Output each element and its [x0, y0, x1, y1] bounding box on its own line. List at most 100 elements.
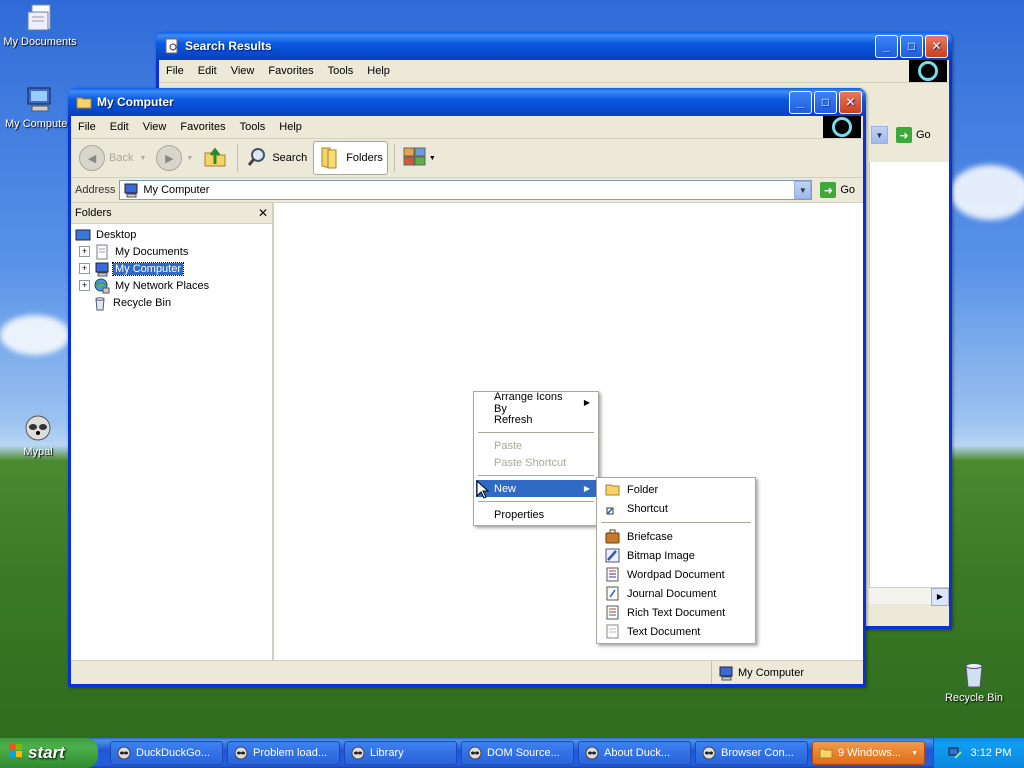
menu-item-new[interactable]: New ▶: [476, 480, 596, 497]
cloud: [950, 165, 1024, 220]
menu-item-properties[interactable]: Properties: [476, 506, 596, 523]
expand-icon[interactable]: +: [79, 263, 90, 274]
main-menubar: File Edit View Favorites Tools Help: [71, 116, 863, 139]
maximize-button[interactable]: □: [900, 34, 923, 58]
views-icon: [403, 147, 427, 170]
address-bar: Address My Computer ▼ ➜ Go: [71, 178, 863, 203]
expand-icon[interactable]: +: [79, 280, 90, 291]
go-button[interactable]: ➜ Go: [816, 182, 859, 198]
new-journal-document-item[interactable]: Journal Document: [599, 584, 753, 603]
taskbar-button[interactable]: About Duck...: [578, 741, 691, 765]
menu-view[interactable]: View: [224, 65, 262, 77]
menu-item-label: Properties: [494, 508, 545, 521]
tree-item-desktop[interactable]: Desktop: [75, 226, 272, 243]
new-wordpad-document-item[interactable]: Wordpad Document: [599, 565, 753, 584]
menu-view[interactable]: View: [136, 121, 174, 133]
minimize-button[interactable]: _: [789, 90, 812, 114]
start-button[interactable]: start: [0, 738, 98, 768]
menu-item-arrange-icons-by[interactable]: Arrange Icons By ▶: [476, 391, 596, 415]
taskbar-button[interactable]: DuckDuckGo...: [110, 741, 223, 765]
menu-tools[interactable]: Tools: [233, 121, 273, 133]
menu-favorites[interactable]: Favorites: [173, 121, 232, 133]
desktop-icon-mypal[interactable]: Mypal: [0, 412, 78, 458]
taskbar-button-label: Library: [370, 747, 404, 759]
menu-file[interactable]: File: [71, 121, 103, 133]
network-tray-icon[interactable]: [947, 744, 963, 763]
new-shortcut-item[interactable]: Shortcut: [599, 499, 753, 518]
tree-label: Recycle Bin: [113, 296, 172, 309]
menu-item-paste[interactable]: Paste: [476, 437, 596, 454]
go-button[interactable]: ➜ Go: [892, 127, 935, 143]
taskbar: start DuckDuckGo... Problem load... Libr…: [0, 738, 1024, 768]
up-folder-icon: [203, 145, 227, 172]
back-dropdown-icon: ▼: [139, 154, 147, 162]
menu-edit[interactable]: Edit: [191, 65, 224, 77]
status-text: My Computer: [738, 666, 805, 679]
menu-file[interactable]: File: [159, 65, 191, 77]
menu-help[interactable]: Help: [272, 121, 309, 133]
desktop-icon-my-documents[interactable]: My Documents: [0, 2, 80, 48]
computer-icon: [123, 182, 139, 198]
taskbar-button-windows-group[interactable]: 9 Windows... ▼: [812, 741, 925, 765]
submenu-item-label: Bitmap Image: [627, 549, 695, 562]
scroll-right-icon[interactable]: ▶: [931, 588, 949, 606]
folders-button[interactable]: Folders: [313, 141, 388, 175]
taskbar-button[interactable]: Problem load...: [227, 741, 340, 765]
clock[interactable]: 3:12 PM: [971, 747, 1012, 759]
new-folder-item[interactable]: Folder: [599, 480, 753, 499]
documents-icon: [94, 244, 110, 260]
menu-divider: [478, 432, 594, 433]
menu-favorites[interactable]: Favorites: [261, 65, 320, 77]
desktop-icon-recycle-bin[interactable]: Recycle Bin: [934, 658, 1014, 704]
up-folder-button[interactable]: [199, 142, 231, 174]
desktop-icon-my-computer[interactable]: My Computer: [0, 84, 78, 130]
maximize-button[interactable]: □: [814, 90, 837, 114]
forward-dropdown-icon: ▼: [186, 154, 194, 162]
menu-tools[interactable]: Tools: [321, 65, 361, 77]
search-button[interactable]: Search: [242, 142, 311, 174]
taskbar-button[interactable]: Browser Con...: [695, 741, 808, 765]
address-dropdown[interactable]: ▼: [794, 181, 812, 199]
folder-icon: [605, 482, 620, 497]
tree-item-my-network-places[interactable]: + My Network Places: [75, 277, 272, 294]
search-address-go: ▼ ➜ Go: [871, 126, 935, 144]
desktop-icon: [75, 227, 91, 243]
expand-icon[interactable]: +: [79, 246, 90, 257]
new-bitmap-image-item[interactable]: Bitmap Image: [599, 546, 753, 565]
tree-label: My Documents: [115, 245, 189, 258]
close-button[interactable]: ✕: [925, 34, 948, 58]
search-results-titlebar[interactable]: Search Results _ □ ✕: [156, 32, 952, 60]
close-button[interactable]: ✕: [839, 90, 862, 114]
address-dropdown[interactable]: ▼: [871, 126, 888, 144]
address-input[interactable]: My Computer ▼: [119, 180, 813, 200]
tree-item-recycle-bin[interactable]: Recycle Bin: [75, 294, 272, 311]
new-briefcase-item[interactable]: Briefcase: [599, 527, 753, 546]
taskbar-button[interactable]: Library: [344, 741, 457, 765]
tree-item-my-documents[interactable]: + My Documents: [75, 243, 272, 260]
standard-toolbar: ◀ Back ▼ ▶ ▼ Search Folders ▼: [71, 139, 863, 178]
tree-item-my-computer[interactable]: + My Computer: [75, 260, 272, 277]
address-label: Address: [75, 184, 116, 196]
shortcut-icon: [605, 501, 620, 516]
minimize-button[interactable]: _: [875, 34, 898, 58]
views-button[interactable]: ▼: [399, 142, 440, 174]
recycle-bin-icon: [958, 658, 990, 690]
forward-button[interactable]: ▶ ▼: [152, 142, 197, 174]
submenu-item-label: Rich Text Document: [627, 606, 726, 619]
my-computer-titlebar[interactable]: My Computer _ □ ✕: [68, 88, 866, 116]
forward-arrow-icon: ▶: [156, 145, 183, 171]
close-pane-icon[interactable]: ✕: [258, 206, 268, 220]
new-rich-text-document-item[interactable]: Rich Text Document: [599, 603, 753, 622]
menu-edit[interactable]: Edit: [103, 121, 136, 133]
new-text-document-item[interactable]: Text Document: [599, 622, 753, 641]
back-button[interactable]: ◀ Back ▼: [75, 142, 150, 174]
context-menu: Arrange Icons By ▶ Refresh Paste Paste Sh…: [473, 391, 599, 526]
horizontal-scrollbar[interactable]: ▶: [869, 587, 949, 606]
menu-item-paste-shortcut[interactable]: Paste Shortcut: [476, 454, 596, 471]
submenu-arrow-icon: ▶: [583, 398, 590, 407]
menu-item-refresh[interactable]: Refresh: [476, 411, 596, 428]
menu-help[interactable]: Help: [360, 65, 397, 77]
wordpad-icon: [605, 567, 620, 582]
taskbar-button[interactable]: DOM Source...: [461, 741, 574, 765]
folders-pane-header: Folders ✕: [71, 203, 272, 224]
